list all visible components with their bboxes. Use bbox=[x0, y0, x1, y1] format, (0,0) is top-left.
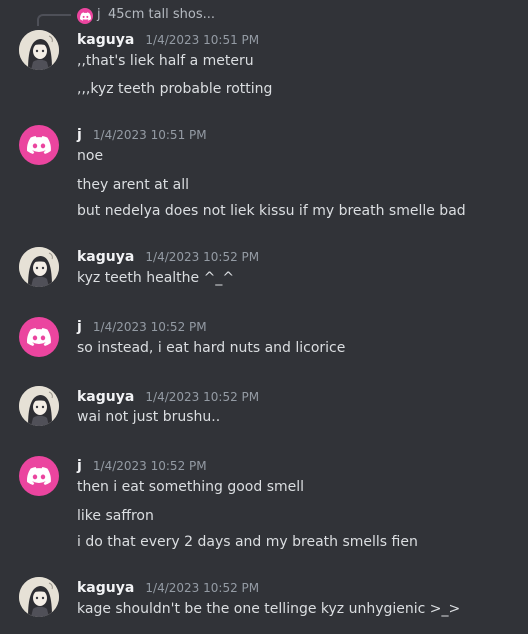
kaguya-avatar[interactable] bbox=[19, 30, 59, 70]
username[interactable]: j bbox=[77, 458, 82, 474]
message-text: i do that every 2 days and my breath sme… bbox=[77, 534, 418, 550]
reply-connector-line bbox=[37, 14, 71, 26]
kaguya-avatar[interactable] bbox=[19, 386, 59, 426]
message-text: but nedelya does not liek kissu if my br… bbox=[77, 203, 466, 219]
discord-logo-icon[interactable] bbox=[19, 125, 59, 165]
message-header: kaguya 1/4/2023 10:52 PM bbox=[77, 577, 259, 597]
timestamp: 1/4/2023 10:51 PM bbox=[92, 128, 207, 142]
username[interactable]: kaguya bbox=[77, 249, 134, 265]
message-header: kaguya 1/4/2023 10:51 PM bbox=[77, 29, 259, 49]
chat-log: j 45cm tall shos... kaguya 1/4/2023 10:5… bbox=[0, 0, 528, 634]
discord-logo-icon[interactable] bbox=[19, 456, 59, 496]
message-text: ,,that's liek half a meteru bbox=[77, 53, 254, 69]
timestamp: 1/4/2023 10:51 PM bbox=[145, 33, 260, 47]
username[interactable]: j bbox=[77, 127, 82, 143]
message-header: kaguya 1/4/2023 10:52 PM bbox=[77, 246, 259, 266]
reply-preview[interactable]: 45cm tall shos... bbox=[108, 6, 215, 24]
timestamp: 1/4/2023 10:52 PM bbox=[145, 250, 260, 264]
reply-author[interactable]: j bbox=[97, 6, 101, 24]
message-text: wai not just brushu.. bbox=[77, 409, 221, 425]
message-text: ,,,kyz teeth probable rotting bbox=[77, 81, 273, 97]
reply-discord-logo-icon bbox=[77, 8, 93, 24]
kaguya-avatar[interactable] bbox=[19, 247, 59, 287]
kaguya-avatar[interactable] bbox=[19, 577, 59, 617]
message-text: they arent at all bbox=[77, 177, 190, 193]
timestamp: 1/4/2023 10:52 PM bbox=[145, 581, 260, 595]
timestamp: 1/4/2023 10:52 PM bbox=[145, 390, 260, 404]
message-text: noe bbox=[77, 148, 104, 164]
discord-logo-icon[interactable] bbox=[19, 317, 59, 357]
message-header: kaguya 1/4/2023 10:52 PM bbox=[77, 386, 259, 406]
message-header: j 1/4/2023 10:51 PM bbox=[77, 124, 207, 144]
username[interactable]: kaguya bbox=[77, 32, 134, 48]
username[interactable]: kaguya bbox=[77, 580, 134, 596]
message-text: kyz teeth healthe ^_^ bbox=[77, 270, 235, 286]
message-text: like saffron bbox=[77, 508, 154, 524]
timestamp: 1/4/2023 10:52 PM bbox=[92, 320, 207, 334]
username[interactable]: j bbox=[77, 319, 82, 335]
timestamp: 1/4/2023 10:52 PM bbox=[92, 459, 207, 473]
username[interactable]: kaguya bbox=[77, 389, 134, 405]
message-header: j 1/4/2023 10:52 PM bbox=[77, 316, 207, 336]
message-text: then i eat something good smell bbox=[77, 479, 305, 495]
message-text: so instead, i eat hard nuts and licorice bbox=[77, 340, 346, 356]
message-header: j 1/4/2023 10:52 PM bbox=[77, 455, 207, 475]
message-text: kage shouldn't be the one tellinge kyz u… bbox=[77, 601, 461, 617]
